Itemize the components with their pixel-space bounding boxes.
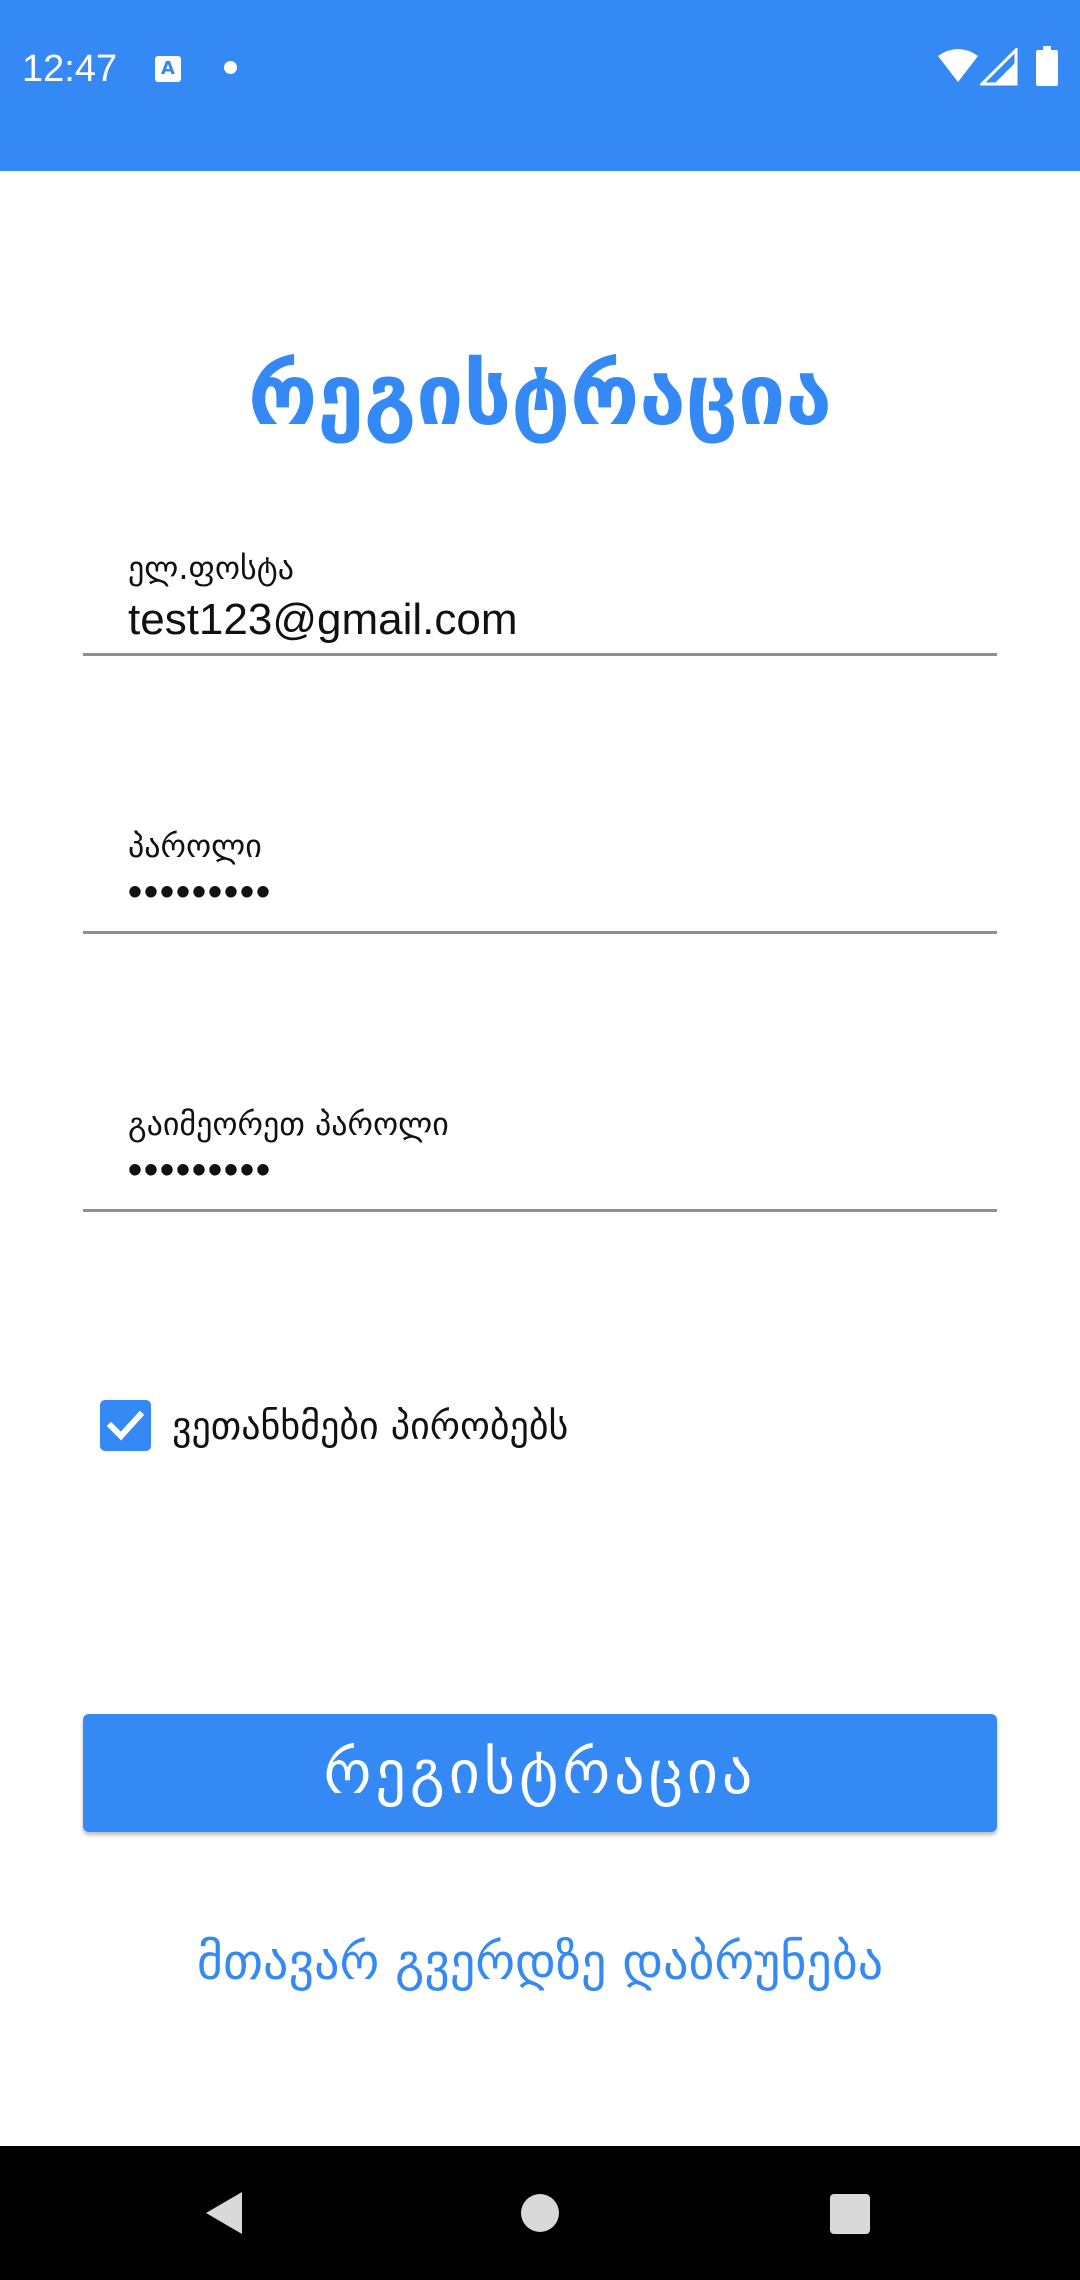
status-time: 12:47 bbox=[22, 48, 118, 90]
repeat-password-underline bbox=[83, 1209, 997, 1212]
password-input[interactable]: ••••••••• bbox=[128, 864, 272, 920]
password-field[interactable]: პაროლი ••••••••• bbox=[83, 826, 997, 934]
checkmark-icon bbox=[106, 1410, 145, 1441]
terms-checkbox[interactable] bbox=[100, 1400, 151, 1451]
repeat-password-field[interactable]: გაიმეორეთ პაროლი ••••••••• bbox=[83, 1104, 997, 1212]
register-button[interactable]: რეგისტრაცია bbox=[83, 1714, 997, 1832]
password-underline bbox=[83, 931, 997, 934]
battery-icon bbox=[1036, 46, 1058, 86]
repeat-password-input[interactable]: ••••••••• bbox=[128, 1142, 272, 1198]
signal-icon bbox=[980, 48, 1018, 86]
navigation-bar bbox=[0, 2146, 1080, 2280]
recents-icon[interactable] bbox=[830, 2194, 870, 2234]
repeat-password-label: გაიმეორეთ პაროლი bbox=[128, 1105, 449, 1143]
email-underline bbox=[83, 653, 997, 656]
terms-label: ვეთანხმები პირობებს bbox=[172, 1404, 569, 1448]
back-to-main-link[interactable]: მთავარ გვერდზე დაბრუნება bbox=[0, 1930, 1080, 1994]
a-notification-icon: A bbox=[155, 56, 181, 82]
wifi-icon bbox=[938, 49, 978, 82]
email-field[interactable]: ელ.ფოსტა test123@gmail.com bbox=[83, 548, 997, 656]
back-icon[interactable] bbox=[204, 2190, 244, 2236]
terms-checkbox-row[interactable]: ვეთანხმები პირობებს bbox=[100, 1398, 800, 1454]
status-bar: 12:47 A bbox=[0, 0, 1080, 171]
home-icon[interactable] bbox=[521, 2194, 559, 2232]
page-title: რეგისტრაცია bbox=[248, 346, 832, 444]
email-input[interactable]: test123@gmail.com bbox=[128, 592, 518, 648]
password-label: პაროლი bbox=[128, 827, 262, 865]
dot-icon bbox=[224, 61, 237, 74]
email-label: ელ.ფოსტა bbox=[128, 549, 294, 587]
